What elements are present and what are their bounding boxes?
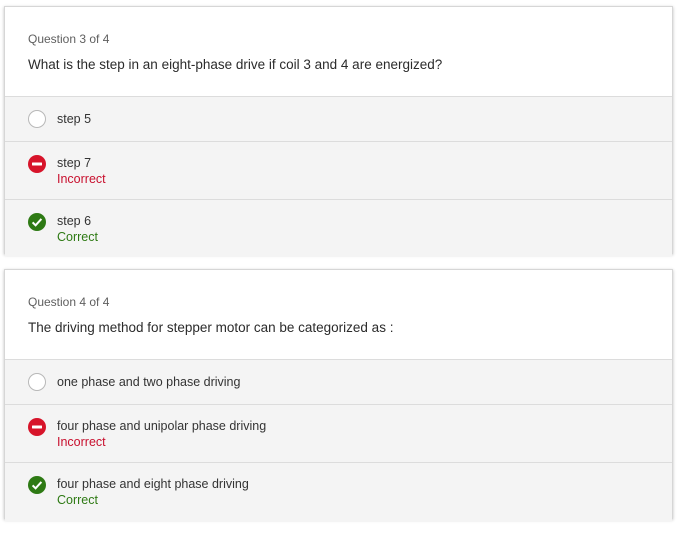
answer-option[interactable]: one phase and two phase driving	[5, 360, 672, 405]
option-label: four phase and eight phase driving	[57, 477, 249, 491]
incorrect-feedback: Incorrect	[57, 172, 106, 186]
checkmark-circle-icon	[28, 213, 46, 231]
question-number: Question 3 of 4	[28, 32, 110, 46]
minus-circle-icon	[28, 418, 46, 436]
answer-option[interactable]: step 5	[5, 97, 672, 142]
option-label: step 6	[57, 214, 92, 228]
correct-feedback: Correct	[57, 493, 98, 507]
option-label: four phase and unipolar phase driving	[57, 419, 267, 433]
option-label: step 7	[57, 156, 92, 170]
answer-option[interactable]: four phase and unipolar phase driving In…	[5, 405, 672, 463]
option-label: step 5	[57, 112, 92, 126]
question-number: Question 4 of 4	[28, 295, 110, 309]
question-text: The driving method for stepper motor can…	[28, 320, 394, 335]
minus-circle-icon	[28, 155, 46, 173]
radio-button[interactable]	[28, 110, 46, 128]
answer-option[interactable]: four phase and eight phase driving Corre…	[5, 463, 672, 521]
answer-option[interactable]: step 7 Incorrect	[5, 142, 672, 200]
answer-option[interactable]: step 6 Correct	[5, 200, 672, 256]
incorrect-feedback: Incorrect	[57, 435, 106, 449]
question-card: Question 3 of 4 What is the step in an e…	[4, 6, 673, 256]
question-header: Question 4 of 4 The driving method for s…	[5, 270, 672, 360]
question-card: Question 4 of 4 The driving method for s…	[4, 269, 673, 521]
checkmark-circle-icon	[28, 476, 46, 494]
correct-feedback: Correct	[57, 230, 98, 244]
question-text: What is the step in an eight-phase drive…	[28, 57, 443, 72]
option-label: one phase and two phase driving	[57, 375, 241, 389]
question-header: Question 3 of 4 What is the step in an e…	[5, 7, 672, 97]
radio-button[interactable]	[28, 373, 46, 391]
